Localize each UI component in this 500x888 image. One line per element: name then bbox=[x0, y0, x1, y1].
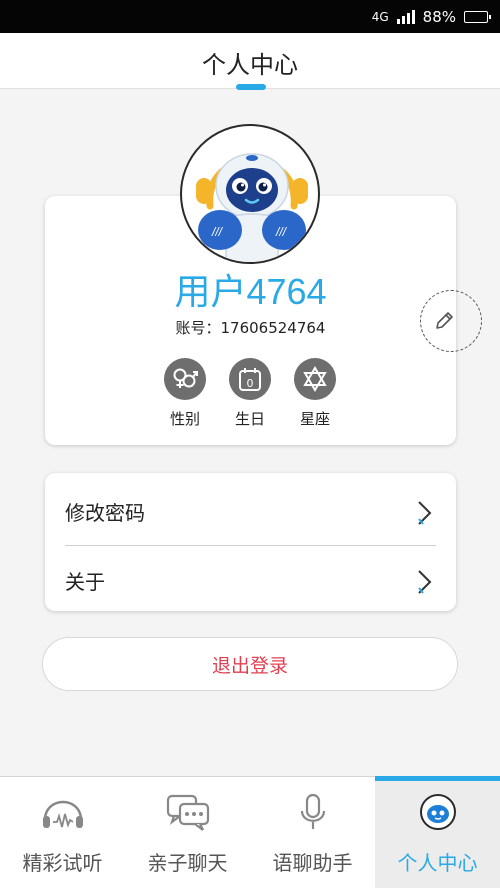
nav-label: 精彩试听 bbox=[22, 851, 103, 875]
account-number: 账号：17606524764 bbox=[175, 319, 326, 337]
page-title: 个人中心 bbox=[202, 51, 298, 79]
nav-tab-listen[interactable]: 精彩试听 bbox=[0, 777, 125, 888]
status-bar: 4G 88% bbox=[0, 0, 500, 33]
network-type: 4G bbox=[371, 10, 389, 24]
change-password-label: 修改密码 bbox=[65, 501, 145, 525]
birthday-item[interactable]: 0 生日 bbox=[225, 358, 275, 430]
profile-info-items: 性别 0 生日 星座 bbox=[160, 358, 340, 430]
svg-text:///: /// bbox=[211, 225, 224, 239]
gender-label: 性别 bbox=[169, 410, 200, 428]
edit-profile-button[interactable] bbox=[420, 290, 482, 352]
robot-avatar-icon: /// /// bbox=[196, 153, 308, 262]
chevron-right-icon bbox=[418, 501, 432, 525]
calendar-icon: 0 bbox=[229, 358, 271, 400]
zodiac-label: 星座 bbox=[299, 410, 330, 428]
signal-icon bbox=[396, 10, 415, 24]
logout-button[interactable]: 退出登录 bbox=[42, 637, 458, 691]
nav-tab-voice-assistant[interactable]: 语聊助手 bbox=[250, 777, 375, 888]
change-password-item[interactable]: 修改密码 bbox=[45, 477, 456, 546]
nav-tab-chat[interactable]: 亲子聊天 bbox=[125, 777, 250, 888]
about-item[interactable]: 关于 bbox=[45, 546, 456, 615]
battery-icon bbox=[464, 11, 491, 23]
robot-icon bbox=[418, 791, 458, 833]
battery-percent: 88% bbox=[422, 8, 456, 26]
birthday-label: 生日 bbox=[234, 410, 265, 428]
username: 用户4764 bbox=[174, 271, 327, 312]
chevron-right-icon bbox=[418, 570, 432, 594]
pencil-icon bbox=[436, 312, 453, 329]
gender-item[interactable]: 性别 bbox=[160, 358, 210, 430]
nav-tab-profile[interactable]: 个人中心 bbox=[375, 776, 500, 888]
nav-label: 亲子聊天 bbox=[147, 851, 228, 875]
settings-menu: 修改密码 关于 bbox=[45, 473, 456, 611]
about-label: 关于 bbox=[65, 570, 105, 594]
gender-icon bbox=[164, 358, 206, 400]
nav-label: 语聊助手 bbox=[272, 851, 353, 875]
bottom-nav: 精彩试听 亲子聊天 语聊助手 个人中心 bbox=[0, 776, 500, 888]
calendar-value: 0 bbox=[247, 377, 254, 390]
headphones-icon bbox=[40, 791, 86, 833]
star-of-david-icon bbox=[294, 358, 336, 400]
microphone-icon bbox=[298, 791, 328, 833]
header-indicator bbox=[236, 84, 266, 90]
nav-label: 个人中心 bbox=[397, 851, 478, 875]
chat-bubbles-icon bbox=[165, 791, 211, 833]
avatar[interactable]: /// /// bbox=[180, 124, 320, 264]
page-header: 个人中心 bbox=[0, 33, 500, 90]
status-indicators: 4G 88% bbox=[371, 6, 491, 28]
svg-text:///: /// bbox=[275, 225, 288, 239]
zodiac-item[interactable]: 星座 bbox=[290, 358, 340, 430]
